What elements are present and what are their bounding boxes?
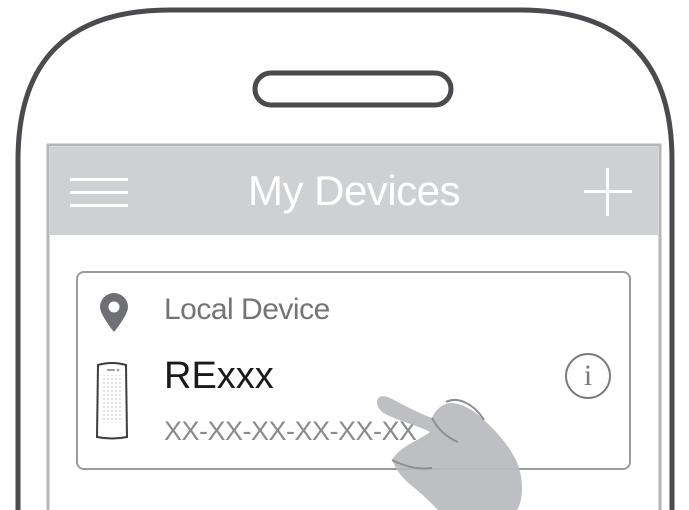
section-label-local-device: Local Device [164,293,330,326]
device-name: RExxx [164,355,274,397]
range-extender-icon [95,362,129,440]
info-icon[interactable]: i [565,353,611,399]
location-pin-icon [100,293,128,332]
page-title: My Devices [247,167,461,214]
device-card[interactable]: Local Device RExxx XX-XX-XX-XX-XX-XX i [76,271,631,470]
device-mac-address: XX-XX-XX-XX-XX-XX [164,416,417,446]
app-screenshot: My Devices Local Device RExxx XX-XX-XX-X… [0,0,689,510]
app-header: My Devices [50,147,658,235]
plus-icon[interactable] [584,168,632,216]
